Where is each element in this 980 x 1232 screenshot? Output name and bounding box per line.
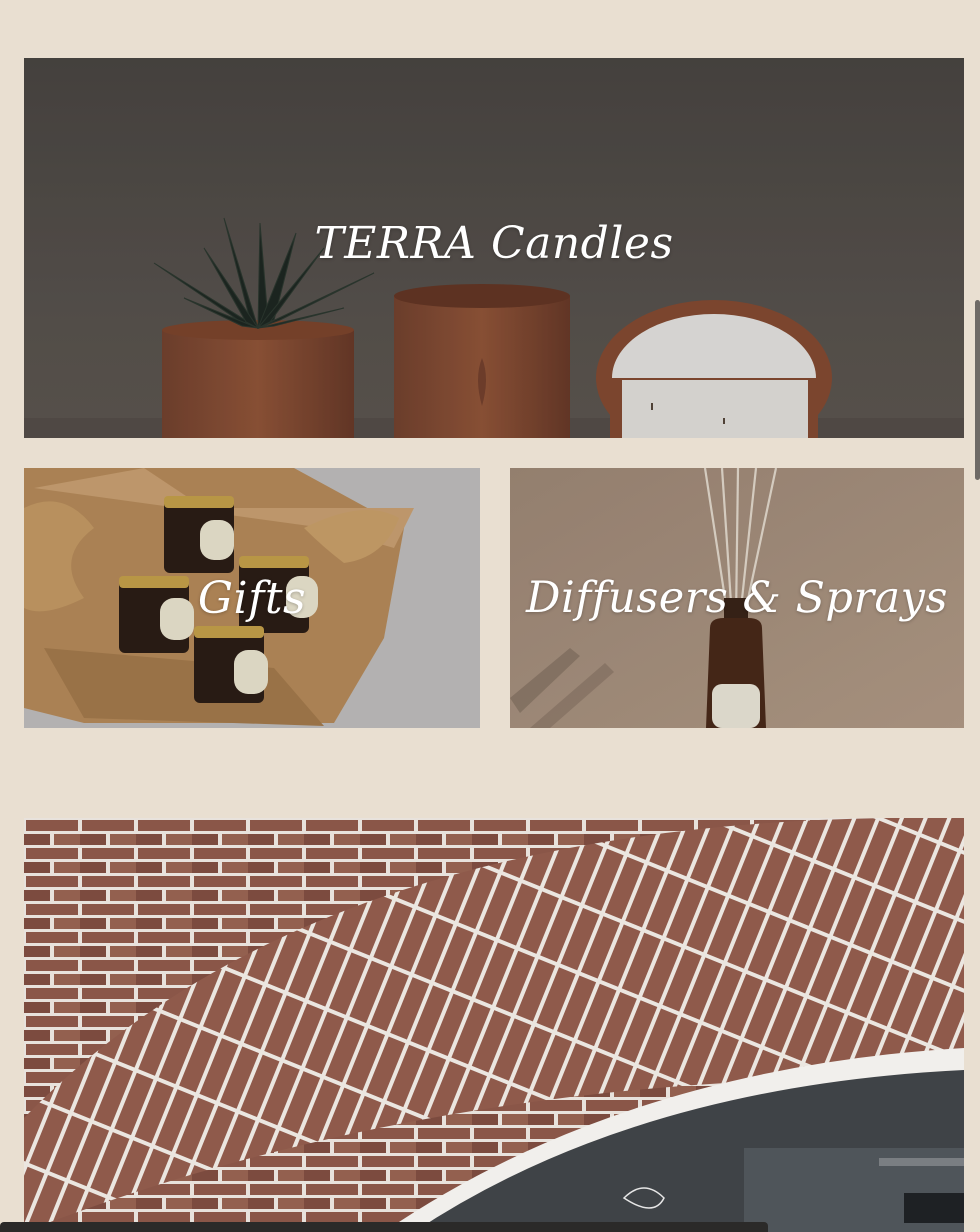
collection-tile-gifts[interactable]: Gifts xyxy=(24,468,480,728)
brick-arch-photo xyxy=(24,818,964,1232)
collection-tile-terra-candles[interactable]: TERRA Candles xyxy=(24,58,964,438)
diffusers-sprays-title: Diffusers & Sprays xyxy=(525,573,949,623)
page-scrollbar[interactable] xyxy=(975,300,980,480)
collection-tile-diffusers-sprays[interactable]: Diffusers & Sprays xyxy=(510,468,964,728)
terra-candles-title: TERRA Candles xyxy=(314,217,674,269)
store-front-brick-image xyxy=(24,818,964,1232)
bottom-toolbar xyxy=(0,1222,768,1232)
gifts-title: Gifts xyxy=(197,572,307,624)
